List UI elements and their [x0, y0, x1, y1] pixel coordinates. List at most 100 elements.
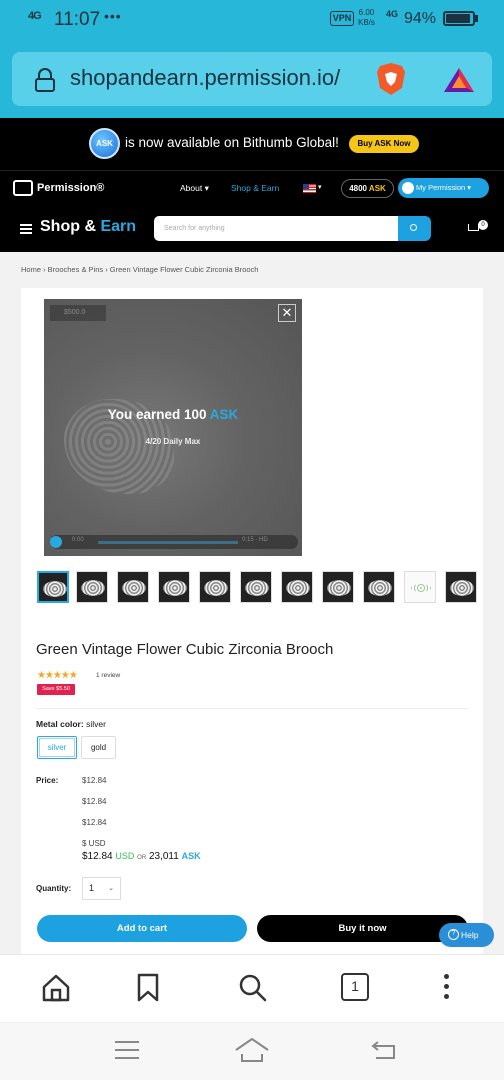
help-button[interactable]: ? Help: [439, 923, 494, 947]
ask-balance[interactable]: 4800 ASK: [341, 179, 394, 198]
add-to-cart-button[interactable]: Add to cart: [37, 915, 247, 942]
price-ask: 23,011: [148, 851, 179, 862]
language-caret[interactable]: ▾: [318, 183, 322, 191]
thumbnail-6[interactable]: [240, 571, 272, 603]
network-speed-unit: KB/s: [358, 18, 375, 27]
close-icon[interactable]: ✕: [278, 304, 296, 322]
price-line-3: $12.84: [82, 818, 107, 827]
buy-ask-button[interactable]: Buy ASK Now: [349, 135, 419, 153]
screen: 4G 11:07 ••• VPN 6.00 KB/s 4G 94% shopan…: [0, 0, 504, 1080]
thumbnail-3[interactable]: [117, 571, 149, 603]
browser-top-bar: 4G 11:07 ••• VPN 6.00 KB/s 4G 94% shopan…: [0, 0, 504, 118]
search-input[interactable]: Search for anything: [154, 216, 400, 241]
price-ask-unit: ASK: [181, 851, 201, 861]
price-or: OR: [137, 855, 147, 861]
option-silver[interactable]: silver: [37, 736, 77, 759]
video-time-current: 0:00: [72, 537, 84, 543]
hamburger-menu-icon[interactable]: [20, 224, 32, 234]
permission-nav: Permission® About ▾ Shop & Earn ▾ 4800 A…: [0, 170, 504, 206]
thumbnail-8[interactable]: [322, 571, 354, 603]
home-icon[interactable]: [41, 973, 71, 1003]
thumbnail-11[interactable]: [445, 571, 477, 603]
menu-icon[interactable]: [444, 974, 450, 1002]
lock-icon[interactable]: [34, 68, 56, 92]
thumbnail-5[interactable]: [199, 571, 231, 603]
search-icon[interactable]: [238, 973, 268, 1003]
video-time-total: 0:15 · HD: [242, 537, 268, 543]
promo-banner: ASK is now available on Bithumb Global! …: [0, 118, 504, 170]
android-menu-icon[interactable]: [114, 1040, 140, 1060]
product-title: Green Vintage Flower Cubic Zirconia Broo…: [36, 641, 334, 658]
url-text[interactable]: shopandearn.permission.io/: [70, 65, 340, 91]
shop-header: Shop & Earn Search for anything 0: [0, 206, 504, 252]
thumbnail-1[interactable]: [37, 571, 69, 603]
rating-stars[interactable]: ★★★★★: [37, 670, 78, 681]
breadcrumb[interactable]: Home › Brooches & Pins › Green Vintage F…: [21, 265, 258, 274]
metal-color-label-text: Metal color:: [36, 719, 84, 729]
play-icon[interactable]: [50, 536, 62, 548]
battery-percent: 94%: [404, 10, 437, 27]
option-gold[interactable]: gold: [81, 736, 116, 759]
metal-color-label: Metal color: silver: [36, 719, 106, 729]
battery-icon: [443, 11, 475, 26]
network-speed: 6.00 KB/s: [358, 8, 375, 28]
nav-shop-earn[interactable]: Shop & Earn: [231, 183, 279, 193]
review-count[interactable]: 1 review: [96, 672, 120, 679]
url-bar[interactable]: shopandearn.permission.io/: [12, 52, 492, 106]
android-home-icon[interactable]: [234, 1036, 270, 1064]
buy-now-button[interactable]: Buy it now: [257, 915, 468, 942]
brave-shield-icon[interactable]: [376, 62, 406, 96]
search-icon: [410, 224, 417, 231]
logo-amp: &: [80, 218, 101, 235]
quantity-select[interactable]: 1 ⌄: [82, 877, 121, 900]
save-badge: Save $5.50: [37, 684, 75, 695]
us-flag-icon[interactable]: [303, 184, 316, 193]
my-permission-label: My Permission ▾: [416, 183, 472, 192]
android-back-icon[interactable]: [370, 1038, 398, 1062]
price-main-value: $12.84: [82, 851, 113, 862]
video-progress-track[interactable]: [98, 541, 238, 544]
earned-message: You earned 100 ASK: [44, 407, 302, 422]
video-controls[interactable]: 0:00 0:15 · HD: [50, 535, 298, 549]
tabs-icon[interactable]: 1: [341, 973, 369, 1001]
notification-dots: •••: [104, 8, 122, 24]
divider: [36, 708, 468, 709]
vpn-badge: VPN: [330, 11, 354, 26]
logo-shop: Shop: [40, 218, 80, 235]
network-type: 4G: [386, 9, 399, 19]
bookmark-icon[interactable]: [136, 973, 160, 1003]
earned-unit: ASK: [209, 407, 239, 422]
logo-earn: Earn: [100, 218, 137, 235]
network-speed-value: 6.00: [358, 8, 375, 17]
cart-count-badge: 0: [478, 220, 488, 230]
video-tag: $500.0: [50, 305, 106, 321]
metal-color-value: silver: [86, 719, 106, 729]
rewards-triangle-icon[interactable]: [442, 66, 476, 94]
price-currency: USD: [115, 851, 135, 861]
price-label: Price:: [36, 776, 59, 785]
shop-earn-logo[interactable]: Shop & Earn: [40, 218, 136, 236]
battery-tip: [475, 15, 478, 22]
permission-logo-icon[interactable]: [13, 180, 33, 196]
price-line-2: $12.84: [82, 797, 107, 806]
permission-brand[interactable]: Permission®: [37, 182, 104, 194]
avatar-icon: [402, 182, 414, 194]
thumbnail-2[interactable]: [76, 571, 108, 603]
thumbnail-10[interactable]: [404, 571, 436, 603]
thumbnail-4[interactable]: [158, 571, 190, 603]
thumbnail-9[interactable]: [363, 571, 395, 603]
help-label: Help: [461, 930, 479, 940]
clock: 11:07: [54, 9, 101, 30]
help-icon: ?: [448, 929, 459, 940]
ask-balance-unit: ASK: [368, 184, 386, 193]
signal-indicator: 4G: [28, 10, 42, 22]
nav-about[interactable]: About ▾: [180, 183, 209, 194]
status-bar: 4G 11:07 ••• VPN 6.00 KB/s 4G 94%: [0, 0, 504, 38]
search-button[interactable]: [398, 216, 431, 241]
earn-video-overlay[interactable]: $500.0 ✕ You earned 100 ASK 4/20 Daily M…: [44, 299, 302, 556]
price-main: $12.84 USD OR 23,011 ASK: [82, 851, 201, 862]
my-permission-button[interactable]: My Permission ▾: [398, 178, 489, 198]
thumbnail-7[interactable]: [281, 571, 313, 603]
currency-line: $ USD: [82, 839, 106, 848]
daily-max-text: 4/20 Daily Max: [145, 437, 201, 446]
